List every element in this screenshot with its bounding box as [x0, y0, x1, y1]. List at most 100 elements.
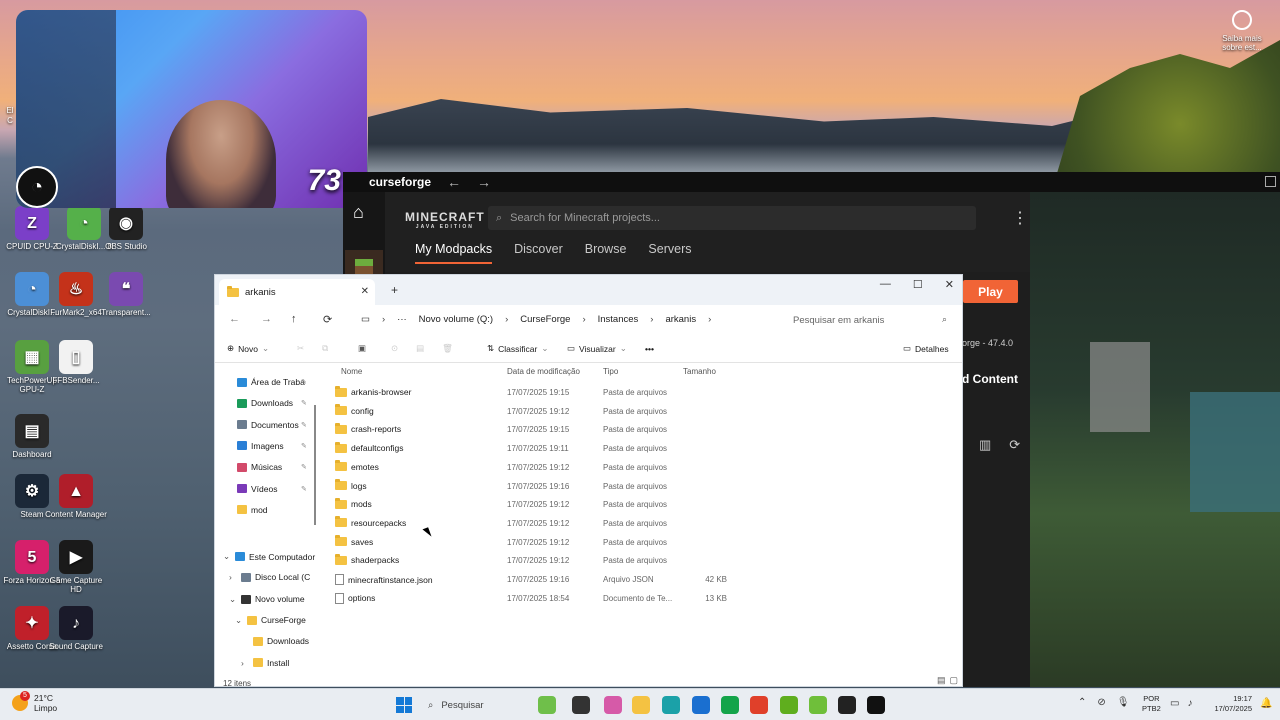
microphone-icon[interactable]: 🎙 — [1117, 697, 1130, 708]
curseforge-app-icon[interactable] — [867, 696, 885, 714]
file-row[interactable]: logs 17/07/2025 19:16 Pasta de arquivos — [327, 478, 947, 496]
obs-app-icon[interactable] — [838, 696, 856, 714]
nav-item[interactable]: Área de Traba — [237, 377, 305, 387]
more-options-icon[interactable]: ••• — [645, 344, 654, 354]
chevron-icon[interactable]: ⌄ — [223, 551, 231, 562]
widget-app-icon[interactable] — [538, 696, 556, 714]
sort-button[interactable]: ⇅ Classificar ⌄ — [487, 343, 548, 354]
store-app-icon[interactable] — [692, 696, 710, 714]
weather-widget[interactable]: 5 21°C Limpo — [12, 691, 57, 713]
desktop-icon[interactable]: ▶ Game Capture HD — [44, 540, 108, 594]
close-tab-icon[interactable]: ✕ — [361, 286, 369, 297]
file-manager-app-icon[interactable] — [572, 696, 590, 714]
file-row[interactable]: mods 17/07/2025 19:12 Pasta de arquivos — [327, 496, 947, 514]
close-icon[interactable]: ✕ — [945, 278, 954, 291]
column-header-size[interactable]: Tamanho — [683, 367, 716, 376]
start-button[interactable] — [396, 697, 412, 713]
explorer-search-input[interactable]: Pesquisar em arkanis ⌕ — [785, 309, 953, 331]
more-crumbs-icon[interactable]: ··· — [397, 314, 407, 325]
tree-item[interactable]: ⌄ CurseForge — [235, 615, 306, 626]
tree-item[interactable]: › Install — [241, 658, 289, 668]
navigation-scrollbar[interactable] — [314, 405, 316, 525]
file-row[interactable]: defaultconfigs 17/07/2025 19:11 Pasta de a… — [327, 440, 947, 458]
explorer-tab[interactable]: arkanis ✕ — [219, 279, 375, 305]
file-row[interactable]: config 17/07/2025 19:12 Pasta de arquivos — [327, 403, 947, 421]
view-button[interactable]: ▭ Visualizar ⌄ — [567, 343, 627, 354]
explorer-app-icon[interactable] — [632, 696, 650, 714]
network-off-icon[interactable]: ⊘ — [1097, 697, 1105, 708]
details-view-icon[interactable]: ▤ — [937, 675, 946, 686]
geforce-app-icon[interactable] — [809, 696, 827, 714]
nav-item[interactable]: mod — [237, 505, 268, 515]
file-row[interactable]: shaderpacks 17/07/2025 19:12 Pasta de arqu… — [327, 552, 947, 570]
nav-item[interactable]: Imagens — [237, 441, 284, 451]
file-row[interactable]: emotes 17/07/2025 19:12 Pasta de arquivos — [327, 459, 947, 477]
home-icon[interactable]: ⌂ — [353, 202, 364, 223]
nav-item[interactable]: Vídeos — [237, 484, 277, 494]
minimize-icon[interactable]: — — [880, 278, 891, 291]
maximize-icon[interactable] — [1265, 176, 1276, 187]
tree-item[interactable]: ⌄ Novo volume — [229, 594, 305, 605]
nvidia-app-icon[interactable] — [780, 696, 798, 714]
details-button[interactable]: ▭ Detalhes — [903, 343, 949, 354]
chevron-icon[interactable]: › — [241, 658, 249, 668]
play-button[interactable]: Play — [963, 280, 1018, 303]
forward-icon[interactable]: → — [261, 313, 272, 325]
desktop-icon[interactable]: ♪ Sound Capture — [44, 606, 108, 651]
file-row[interactable]: crash-reports 17/07/2025 19:15 Pasta de ar… — [327, 421, 947, 439]
chevron-icon[interactable]: ⌄ — [235, 615, 243, 626]
copilot-app-icon[interactable] — [604, 696, 622, 714]
more-options-icon[interactable]: ⋮ — [1012, 208, 1028, 228]
breadcrumb-item[interactable]: CurseForge — [520, 314, 570, 325]
breadcrumb-item[interactable]: arkanis — [665, 314, 696, 325]
tree-item[interactable]: › Disco Local (C — [229, 572, 310, 582]
nav-item[interactable]: Documentos — [237, 420, 299, 430]
refresh-icon[interactable]: ⟳ — [323, 313, 332, 326]
display-icon[interactable]: ▭ — [1170, 698, 1179, 709]
tiles-view-icon[interactable]: ▢ — [949, 675, 958, 686]
notification-bell-icon[interactable]: 🔔 — [1260, 698, 1272, 709]
columns-icon[interactable]: ▥ — [979, 437, 991, 453]
file-row[interactable]: minecraftinstance.json 17/07/2025 19:16 Ar… — [327, 571, 947, 589]
saiba-mais-widget[interactable]: Saiba mais sobre est... — [1218, 10, 1266, 52]
breadcrumb-item[interactable]: Novo volume (Q:) — [419, 314, 493, 325]
maximize-icon[interactable]: ☐ — [913, 278, 923, 291]
desktop-icon[interactable]: ❝ Transparent... — [94, 272, 158, 317]
back-icon[interactable]: ← — [229, 313, 240, 325]
chevron-icon[interactable]: ⌄ — [229, 594, 237, 605]
up-icon[interactable]: ↑ — [291, 313, 297, 325]
desktop-icon[interactable]: ▤ Dashboard — [0, 414, 64, 459]
nav-item[interactable]: Músicas — [237, 462, 282, 472]
chevron-icon[interactable]: › — [229, 572, 237, 582]
column-header-name[interactable]: Nome — [341, 367, 362, 376]
refresh-icon[interactable]: ⟳ — [1009, 437, 1020, 453]
edge-app-icon[interactable] — [662, 696, 680, 714]
add-content-button[interactable]: d Content — [962, 372, 1028, 386]
tab-discover[interactable]: Discover — [514, 242, 563, 264]
file-row[interactable]: arkanis-browser 17/07/2025 19:15 Pasta de … — [327, 384, 947, 402]
chrome-app-icon[interactable] — [750, 696, 768, 714]
column-header-type[interactable]: Tipo — [603, 367, 618, 376]
new-tab-icon[interactable]: + — [391, 283, 398, 297]
desktop-icon[interactable]: ◉ OBS Studio — [94, 206, 158, 251]
forward-arrow-icon[interactable]: → — [477, 174, 491, 190]
desktop-icon[interactable]: ▯ FFBSender... — [44, 340, 108, 385]
file-row[interactable]: saves 17/07/2025 19:12 Pasta de arquivos — [327, 534, 947, 552]
tree-item[interactable]: Downloads — [241, 636, 309, 646]
tab-browse[interactable]: Browse — [585, 242, 627, 264]
paste-icon[interactable]: ▣ — [358, 343, 366, 354]
tab-servers[interactable]: Servers — [648, 242, 691, 264]
curseforge-search-input[interactable]: ⌕ Search for Minecraft projects... — [488, 206, 976, 230]
whatsapp-app-icon[interactable] — [721, 696, 739, 714]
speaker-icon[interactable]: ♪ — [1187, 698, 1192, 709]
desktop-icon[interactable]: ▲ Content Manager — [44, 474, 108, 519]
language-indicator[interactable]: POR PTB2 — [1142, 694, 1161, 714]
file-row[interactable]: options 17/07/2025 18:54 Documento de Te..… — [327, 590, 947, 608]
back-arrow-icon[interactable]: ← — [447, 174, 461, 190]
breadcrumb-item[interactable]: Instances — [598, 314, 639, 325]
nav-item[interactable]: Downloads — [237, 398, 293, 408]
tree-item[interactable]: ⌄ Este Computador — [223, 551, 315, 562]
chevron-up-icon[interactable]: ⌃ — [1078, 697, 1086, 708]
file-row[interactable]: resourcepacks 17/07/2025 19:12 Pasta de ar… — [327, 515, 947, 533]
column-header-date[interactable]: Data de modificação — [507, 367, 580, 376]
